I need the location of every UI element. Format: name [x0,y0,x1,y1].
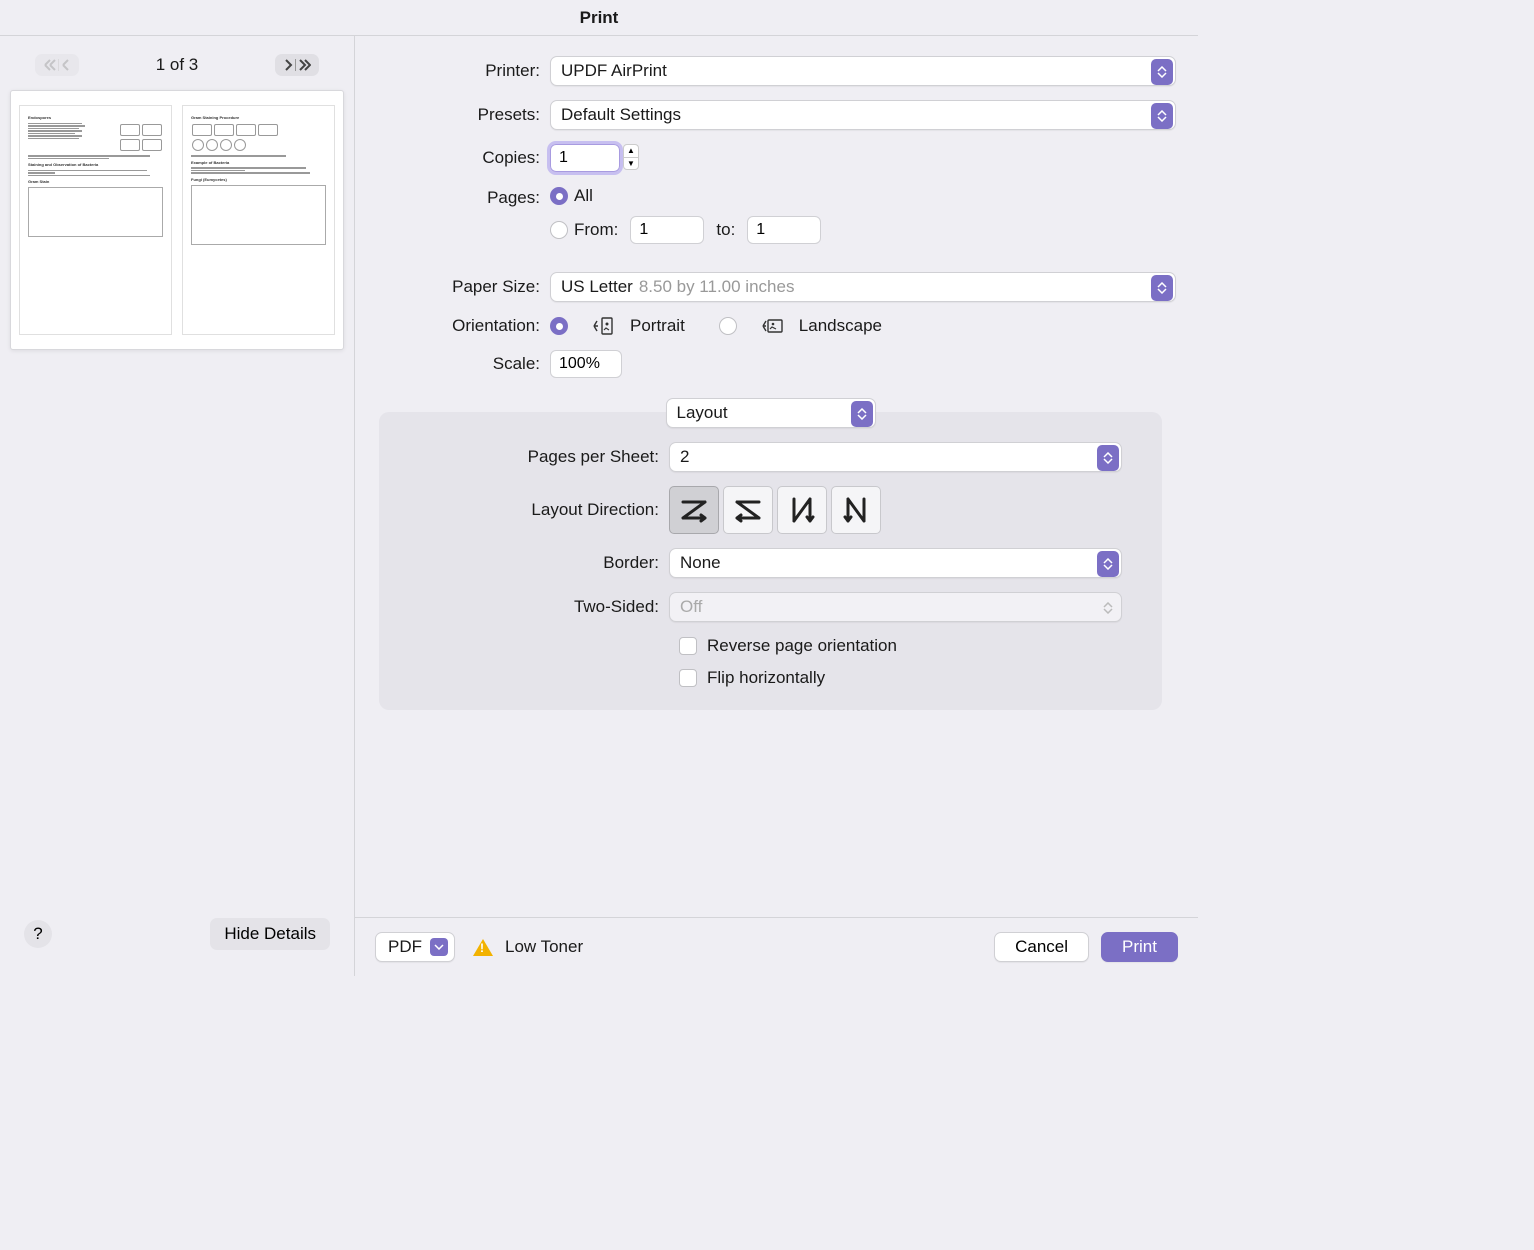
chevrons-icon [851,401,873,427]
two-sided-select: Off [669,592,1122,622]
copies-step-up[interactable]: ▲ [623,144,639,157]
chevron-down-icon [430,938,448,956]
next-last-page-button[interactable] [275,54,319,76]
hide-details-button[interactable]: Hide Details [210,918,330,950]
border-select[interactable]: None [669,548,1122,578]
pages-all-radio[interactable] [550,187,568,205]
preview-page-1: Endospores Staining and Observation of B… [19,105,172,335]
border-label: Border: [379,553,669,573]
reverse-orientation-checkbox[interactable] [679,637,697,655]
scale-label: Scale: [355,354,550,374]
flip-horizontal-checkbox[interactable] [679,669,697,687]
window-title: Print [0,0,1198,36]
pdf-menu-button[interactable]: PDF [375,932,455,962]
warning-icon [473,939,493,956]
copies-step-down[interactable]: ▼ [623,157,639,170]
paper-size-select[interactable]: US Letter 8.50 by 11.00 inches [550,272,1176,302]
print-button[interactable]: Print [1101,932,1178,962]
landscape-radio[interactable] [719,317,737,335]
landscape-label: Landscape [799,316,882,336]
layout-dir-n1[interactable] [777,486,827,534]
pages-from-label: From: [574,220,618,240]
copies-input[interactable] [550,144,620,172]
chevrons-icon [1097,445,1119,471]
chevrons-icon [1097,595,1119,621]
reverse-orientation-label: Reverse page orientation [707,636,897,656]
preview-page-2: Gram Staining Procedure Example of Bacte… [182,105,335,335]
preview-pane: 1 of 3 Endospores Staining and Observati… [0,36,355,976]
portrait-radio[interactable] [550,317,568,335]
layout-dir-z[interactable] [669,486,719,534]
paper-size-label: Paper Size: [355,277,550,297]
pages-label: Pages: [355,186,550,208]
pages-from-input[interactable] [630,216,704,244]
printer-label: Printer: [355,61,550,81]
pages-all-label: All [574,186,593,206]
printer-select[interactable]: UPDF AirPrint [550,56,1176,86]
pages-to-input[interactable] [747,216,821,244]
pages-per-sheet-label: Pages per Sheet: [379,447,669,467]
presets-select[interactable]: Default Settings [550,100,1176,130]
landscape-icon [759,317,783,335]
copies-label: Copies: [355,148,550,168]
chevrons-icon [1097,551,1119,577]
presets-label: Presets: [355,105,550,125]
chevrons-icon [1151,103,1173,129]
pages-to-label: to: [716,220,735,240]
layout-dir-n2[interactable] [831,486,881,534]
portrait-label: Portrait [630,316,685,336]
pages-range-radio[interactable] [550,221,568,239]
layout-panel: Layout Pages per Sheet: 2 Layout Directi… [379,412,1162,710]
settings-pane: Printer: UPDF AirPrint Presets: Default … [355,36,1198,976]
cancel-button[interactable]: Cancel [994,932,1089,962]
paper-dimensions: 8.50 by 11.00 inches [639,277,795,297]
pages-per-sheet-select[interactable]: 2 [669,442,1122,472]
warning-text: Low Toner [505,937,583,957]
two-sided-label: Two-Sided: [379,597,669,617]
section-select[interactable]: Layout [666,398,876,428]
chevrons-icon [1151,59,1173,85]
scale-input[interactable] [550,350,622,378]
layout-dir-s[interactable] [723,486,773,534]
orientation-label: Orientation: [355,316,550,336]
layout-direction-label: Layout Direction: [379,500,669,520]
portrait-icon [590,317,614,335]
flip-horizontal-label: Flip horizontally [707,668,825,688]
help-button[interactable]: ? [24,920,52,948]
chevrons-icon [1151,275,1173,301]
page-indicator: 1 of 3 [156,55,199,75]
preview-canvas: Endospores Staining and Observation of B… [10,90,344,350]
first-prev-page-button [35,54,79,76]
